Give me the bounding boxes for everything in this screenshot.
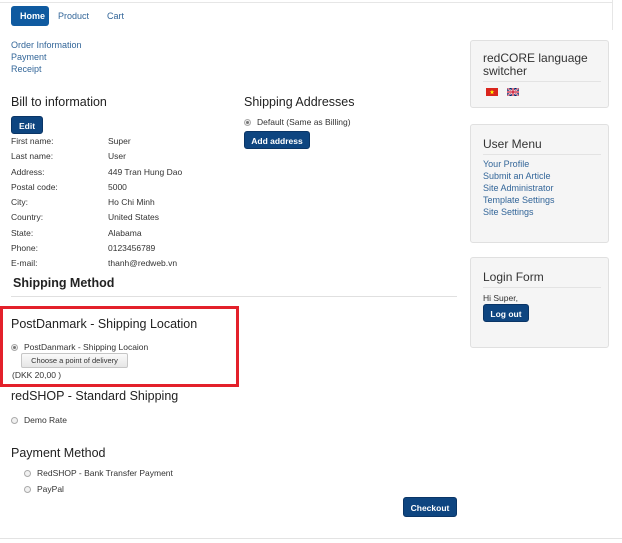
logout-button[interactable]: Log out — [483, 304, 529, 322]
choose-delivery-point-button[interactable]: Choose a point of delivery — [21, 353, 128, 368]
payment-option-bank-transfer[interactable]: RedSHOP - Bank Transfer Payment — [24, 468, 173, 478]
add-address-button[interactable]: Add address — [244, 131, 310, 149]
postdanmark-title: PostDanmark - Shipping Location — [11, 317, 198, 331]
field-value: 5000 — [108, 181, 127, 192]
main-nav: Home Product Cart — [11, 6, 133, 26]
field-label: First name: — [11, 136, 54, 146]
postdanmark-radio[interactable] — [11, 343, 18, 351]
field-value: Ho Chi Minh — [108, 197, 155, 208]
nav-tab-cart[interactable]: Cart — [98, 6, 133, 26]
bill-to-fields: First name: Super Last name: User Address:… — [11, 136, 241, 274]
login-form-panel: Login Form Hi Super, Log out — [470, 257, 609, 348]
field-label: E-mail: — [11, 258, 38, 269]
field-label: Last name: — [11, 151, 54, 162]
default-address-radio[interactable] — [244, 118, 251, 126]
uk-flag-icon[interactable] — [506, 87, 520, 97]
field-row-country: Country: United States — [11, 212, 241, 227]
language-switcher-title: redCORE language switcher — [483, 51, 588, 78]
right-divider — [612, 0, 613, 30]
field-value: 449 Tran Hung Dao — [108, 166, 183, 177]
user-menu-your-profile[interactable]: Your Profile — [483, 158, 555, 170]
field-row-email: E-mail: thanh@redweb.vn — [11, 258, 241, 273]
user-menu-panel: User Menu Your Profile Submit an Article… — [470, 124, 609, 243]
paypal-radio[interactable] — [24, 485, 31, 493]
step-order-information[interactable]: Order Information — [11, 39, 82, 51]
field-value: 0123456789 — [108, 243, 156, 254]
field-label: Country: — [11, 212, 44, 223]
user-menu-submit-article[interactable]: Submit an Article — [483, 170, 555, 182]
checkout-steps: Order Information Payment Receipt — [11, 39, 82, 75]
shipping-method-divider — [11, 296, 457, 297]
field-row-phone: Phone: 0123456789 — [11, 243, 241, 258]
field-value: Super — [108, 136, 131, 146]
login-form-title: Login Form — [483, 270, 544, 284]
postdanmark-price: (DKK 20,00 ) — [12, 370, 62, 380]
user-menu-title: User Menu — [483, 137, 542, 151]
login-form-divider — [483, 287, 601, 288]
user-menu-site-administrator[interactable]: Site Administrator — [483, 182, 555, 194]
field-label: Address: — [11, 166, 45, 177]
field-label: State: — [11, 227, 34, 238]
vietnam-flag-icon[interactable] — [486, 88, 498, 96]
field-row-last-name: Last name: User — [11, 151, 241, 166]
bottom-divider — [0, 538, 622, 539]
user-menu-site-settings[interactable]: Site Settings — [483, 206, 555, 218]
user-menu-divider — [483, 154, 601, 155]
demo-rate-label: Demo Rate — [24, 415, 67, 425]
field-value: User — [108, 151, 126, 162]
postdanmark-option-label: PostDanmark - Shipping Locaion — [24, 342, 149, 352]
step-receipt[interactable]: Receipt — [11, 63, 82, 75]
paypal-label: PayPal — [37, 484, 64, 494]
field-row-address: Address: 449 Tran Hung Dao — [11, 167, 241, 182]
user-menu-template-settings[interactable]: Template Settings — [483, 194, 555, 206]
field-row-postal-code: Postal code: 5000 — [11, 182, 241, 197]
standard-shipping-title: redSHOP - Standard Shipping — [11, 389, 179, 403]
field-label: Postal code: — [11, 181, 58, 192]
nav-tab-home[interactable]: Home — [11, 6, 49, 26]
field-value: United States — [108, 212, 160, 223]
language-switcher-divider — [483, 81, 601, 82]
payment-method-title: Payment Method — [11, 446, 106, 460]
payment-option-paypal[interactable]: PayPal — [24, 484, 64, 494]
login-greeting: Hi Super, — [483, 293, 518, 303]
field-row-state: State: Alabama — [11, 228, 241, 243]
bank-transfer-radio[interactable] — [24, 469, 31, 477]
language-switcher-panel: redCORE language switcher — [470, 40, 609, 108]
field-value: Alabama — [108, 227, 142, 238]
field-value: thanh@redweb.vn — [108, 258, 178, 269]
shipping-addresses-title: Shipping Addresses — [244, 95, 355, 109]
bill-to-title: Bill to information — [11, 95, 107, 109]
demo-rate-radio[interactable] — [11, 416, 18, 424]
demo-rate-option[interactable]: Demo Rate — [11, 415, 67, 425]
default-address-label: Default (Same as Billing) — [257, 117, 351, 127]
edit-button[interactable]: Edit — [11, 116, 43, 134]
field-row-first-name: First name: Super — [11, 136, 241, 151]
field-row-city: City: Ho Chi Minh — [11, 197, 241, 212]
bank-transfer-label: RedSHOP - Bank Transfer Payment — [37, 468, 173, 478]
step-payment[interactable]: Payment — [11, 51, 82, 63]
default-address-option[interactable]: Default (Same as Billing) — [244, 117, 351, 127]
user-menu-list: Your Profile Submit an Article Site Admi… — [483, 158, 555, 218]
postdanmark-option[interactable]: PostDanmark - Shipping Locaion — [11, 342, 148, 352]
shipping-method-title: Shipping Method — [13, 276, 115, 290]
checkout-button[interactable]: Checkout — [403, 497, 457, 517]
field-label: Phone: — [11, 243, 38, 254]
field-label: City: — [11, 197, 28, 208]
top-divider — [0, 2, 612, 3]
nav-tab-product[interactable]: Product — [49, 6, 98, 26]
